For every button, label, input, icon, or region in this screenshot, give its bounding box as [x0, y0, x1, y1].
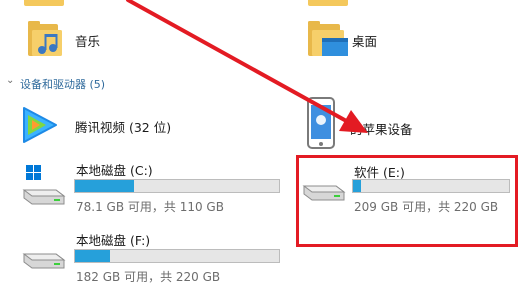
chevron-down-icon: ⌄ — [6, 75, 15, 86]
apple-device-label: 的苹果设备 — [350, 122, 413, 137]
music-folder-item[interactable]: 音乐 — [22, 18, 172, 62]
tencent-video-item[interactable]: 腾讯视频 (32 位) — [18, 104, 188, 148]
folder-icon-partial-left — [24, 0, 64, 6]
drive-c-usage-fill — [75, 180, 135, 192]
devices-header-label: 设备和驱动器 (5) — [20, 78, 106, 91]
hard-drive-icon — [22, 253, 66, 269]
desktop-folder-item[interactable]: 桌面 — [304, 18, 454, 62]
devices-section-header[interactable]: ⌄ 设备和驱动器 (5) — [6, 75, 206, 91]
drive-c-name: 本地磁盘 (C:) — [76, 163, 153, 178]
drive-c-usage-bar — [74, 179, 280, 193]
music-folder-label: 音乐 — [75, 34, 101, 49]
folder-icon-partial-right — [308, 0, 348, 6]
drive-c-info: 78.1 GB 可用，共 110 GB — [76, 200, 224, 214]
tencent-video-icon — [23, 107, 57, 143]
drive-f-usage-fill — [75, 250, 110, 262]
phone-device-icon — [307, 97, 335, 149]
drive-f-item[interactable]: 本地磁盘 (F:) 182 GB 可用，共 220 GB — [18, 228, 288, 284]
tencent-video-label: 腾讯视频 (32 位) — [75, 120, 172, 135]
desktop-folder-icon — [308, 21, 348, 56]
annotation-highlight-box — [296, 155, 518, 247]
apple-device-item[interactable]: 的苹果设备 — [306, 96, 486, 152]
drive-c-item[interactable]: 本地磁盘 (C:) 78.1 GB 可用，共 110 GB — [18, 158, 288, 214]
drive-f-info: 182 GB 可用，共 220 GB — [76, 270, 221, 284]
drive-f-name: 本地磁盘 (F:) — [76, 233, 151, 248]
desktop-folder-label: 桌面 — [352, 34, 378, 49]
music-folder-icon — [28, 21, 62, 56]
windows-drive-icon — [22, 165, 66, 205]
drive-f-usage-bar — [74, 249, 280, 263]
